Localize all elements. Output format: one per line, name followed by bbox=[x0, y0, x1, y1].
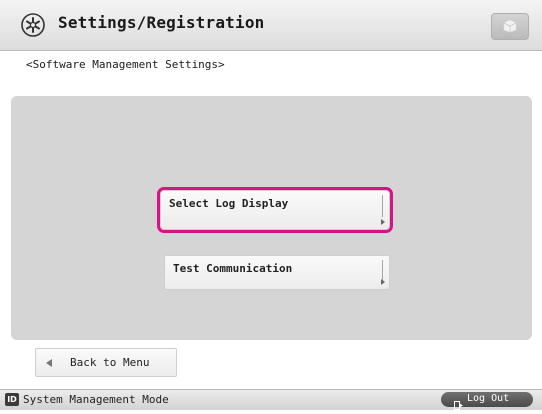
logout-label: Log Out bbox=[467, 393, 510, 404]
id-badge-icon: ID bbox=[5, 393, 19, 406]
select-log-display-button[interactable]: Select Log Display bbox=[157, 187, 393, 233]
test-communication-button[interactable]: Test Communication bbox=[164, 255, 390, 290]
mode-text: System Management Mode bbox=[23, 393, 169, 406]
back-arrow-icon bbox=[46, 359, 52, 367]
page-title: Settings/Registration bbox=[58, 13, 265, 32]
home-button[interactable] bbox=[491, 13, 529, 40]
chevron-right-icon bbox=[381, 219, 385, 225]
settings-gear-icon bbox=[18, 10, 48, 40]
back-label: Back to Menu bbox=[70, 356, 150, 369]
header-bar: Settings/Registration bbox=[0, 0, 542, 51]
button-label: Test Communication bbox=[173, 262, 293, 275]
section-subtitle: <Software Management Settings> bbox=[26, 58, 225, 71]
button-label: Select Log Display bbox=[169, 197, 289, 210]
logout-icon bbox=[454, 395, 465, 414]
divider bbox=[382, 195, 383, 217]
back-to-menu-button[interactable]: Back to Menu bbox=[35, 348, 177, 377]
logout-button[interactable]: Log Out bbox=[441, 392, 533, 410]
home-box-icon bbox=[503, 19, 517, 33]
chevron-right-icon bbox=[381, 279, 385, 285]
